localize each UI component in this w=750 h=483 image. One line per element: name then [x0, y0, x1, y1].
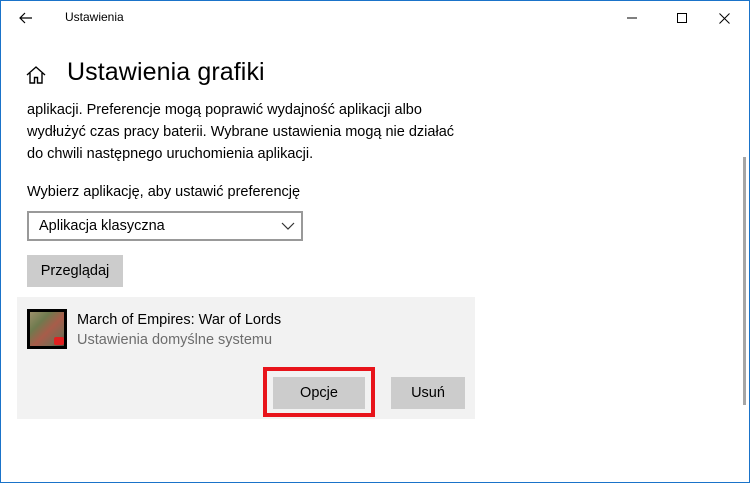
arrow-left-icon [19, 12, 32, 24]
maximize-icon [677, 13, 687, 23]
close-button[interactable] [699, 1, 749, 35]
app-graphics-setting: Ustawienia domyślne systemu [77, 332, 273, 348]
back-button[interactable] [7, 3, 45, 33]
options-button[interactable]: Opcje [273, 377, 365, 409]
remove-button[interactable]: Usuń [391, 377, 465, 409]
description-line: aplikacji. Preferencje mogą poprawić wyd… [27, 102, 422, 118]
description-line: wydłużyć czas pracy baterii. Wybrane ust… [27, 124, 455, 140]
app-name: March of Empires: War of Lords [77, 312, 282, 328]
window-title: Ustawienia [65, 10, 124, 24]
app-type-select-value: Aplikacja klasyczna [39, 218, 165, 234]
settings-window: Ustawienia Ustawienia grafiki aplikacji.… [0, 0, 750, 483]
browse-button[interactable]: Przeglądaj [27, 255, 123, 287]
app-list-item[interactable]: March of Empires: War of Lords Ustawieni… [17, 297, 475, 419]
home-icon[interactable] [25, 64, 47, 86]
choose-app-label: Wybierz aplikację, aby ustawić preferenc… [27, 184, 301, 200]
description-text: aplikacji. Preferencje mogą poprawić wyd… [27, 99, 487, 165]
app-badge-icon [54, 337, 64, 345]
app-thumbnail [27, 309, 67, 349]
minimize-icon [627, 17, 637, 19]
title-bar: Ustawienia [1, 1, 749, 35]
scrollbar[interactable] [743, 157, 746, 405]
page-title: Ustawienia grafiki [67, 58, 265, 86]
chevron-down-icon [281, 222, 295, 230]
description-line: do chwili następnego uruchomienia aplika… [27, 146, 314, 162]
minimize-button[interactable] [607, 1, 657, 35]
close-icon [718, 12, 730, 24]
app-type-select[interactable]: Aplikacja klasyczna [27, 211, 303, 241]
